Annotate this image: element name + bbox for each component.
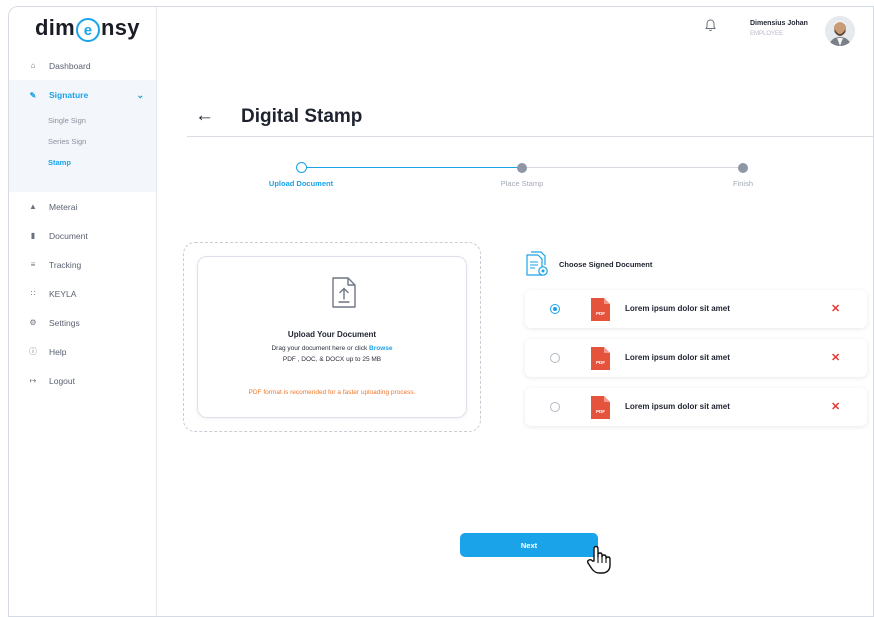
sidebar-nav: ⌂ Dashboard ✎ Signature ⌄ Single Sign Se… (9, 51, 156, 395)
sidebar-item-label: Meterai (49, 201, 78, 212)
doc-radio[interactable] (550, 353, 560, 363)
signed-documents-icon (525, 251, 549, 277)
title-divider (187, 136, 873, 137)
sidebar-item-signature[interactable]: ✎ Signature ⌄ (9, 80, 156, 110)
upload-file-icon (331, 277, 357, 308)
sidebar-item-keyla[interactable]: ∷ KEYLA (9, 279, 156, 308)
back-arrow-icon[interactable]: ← (195, 105, 214, 127)
sidebar-subitem-single-sign[interactable]: Single Sign (9, 110, 156, 131)
avatar[interactable] (825, 16, 855, 46)
sidebar-item-label: Tracking (49, 259, 82, 270)
sidebar-item-logout[interactable]: ↦ Logout (9, 366, 156, 395)
pdf-type-label: PDF (596, 409, 605, 414)
list-item[interactable]: PDF Lorem ipsum dolor sit amet ✕ (525, 388, 867, 426)
upload-formats: PDF , DOC, & DOCX up to 25 MB (282, 356, 382, 363)
step-dot-upload[interactable] (296, 162, 307, 173)
list-item[interactable]: PDF Lorem ipsum dolor sit amet ✕ (525, 290, 867, 328)
logo-text-start: dim (35, 15, 76, 40)
pdf-file-icon: PDF (591, 347, 610, 370)
help-icon: ⓘ (29, 347, 37, 356)
sidebar-group-signature: ✎ Signature ⌄ Single Sign Series Sign St… (9, 80, 156, 192)
pdf-file-icon: PDF (591, 298, 610, 321)
pdf-type-label: PDF (596, 360, 605, 365)
sidebar-item-help[interactable]: ⓘ Help (9, 337, 156, 366)
document-icon: ▮ (30, 231, 36, 240)
close-icon[interactable]: ✕ (831, 400, 840, 413)
sidebar-item-tracking[interactable]: ≡ Tracking (9, 250, 156, 279)
step-label-finish[interactable]: Finish (733, 179, 753, 188)
stepper-line-done (301, 167, 522, 168)
user-role: EMPLOYEE (750, 31, 784, 37)
brand-logo[interactable]: dim e nsy (35, 15, 140, 42)
chevron-down-icon[interactable]: ⌄ (136, 90, 144, 101)
step-dot-place[interactable] (517, 163, 527, 173)
upload-note: PDF format is recomended for a faster up… (248, 389, 416, 396)
tracking-icon: ≡ (30, 260, 36, 269)
signature-icon: ✎ (29, 90, 37, 100)
pdf-type-label: PDF (596, 311, 605, 316)
sidebar-item-settings[interactable]: ⚙ Settings (9, 308, 156, 337)
list-item[interactable]: PDF Lorem ipsum dolor sit amet ✕ (525, 339, 867, 377)
sidebar-item-meterai[interactable]: ▲ Meterai (9, 192, 156, 221)
close-icon[interactable]: ✕ (831, 302, 840, 315)
sidebar-item-label: KEYLA (49, 288, 77, 299)
doc-name: Lorem ipsum dolor sit amet (625, 353, 730, 362)
sidebar-item-label: Settings (49, 317, 80, 328)
bell-icon[interactable] (705, 19, 716, 35)
logo-text-end: nsy (101, 15, 140, 40)
hand-cursor-icon (585, 545, 613, 575)
step-label-upload[interactable]: Upload Document (269, 179, 333, 188)
stamp-icon: ▲ (29, 202, 37, 211)
sidebar-subitem-stamp[interactable]: Stamp (9, 152, 156, 173)
stepper-line-todo (522, 167, 743, 168)
sidebar-item-label: Logout (49, 375, 75, 386)
page-title: Digital Stamp (241, 106, 363, 127)
upload-instructions: Drag your document here or click Browse (198, 345, 466, 352)
step-dot-finish[interactable] (738, 163, 748, 173)
top-bar: Dimensius Johan EMPLOYEE (157, 7, 873, 51)
pdf-file-icon: PDF (591, 396, 610, 419)
upload-card[interactable]: Upload Your Document Drag your document … (197, 256, 467, 418)
next-button[interactable]: Next (460, 533, 598, 557)
logout-icon: ↦ (29, 376, 37, 385)
sidebar-subitem-series-sign[interactable]: Series Sign (9, 131, 156, 152)
progress-stepper: Upload Document Place Stamp Finish (157, 157, 873, 197)
sidebar-item-label: Help (49, 346, 67, 357)
user-name: Dimensius Johan (750, 20, 808, 27)
upload-drag-text: Drag your document here or click (271, 345, 370, 352)
home-icon: ⌂ (30, 61, 36, 70)
gear-icon: ⚙ (29, 318, 37, 327)
upload-title: Upload Your Document (287, 330, 377, 339)
doc-name: Lorem ipsum dolor sit amet (625, 304, 730, 313)
logo-e-mark: e (76, 18, 101, 42)
sidebar-item-document[interactable]: ▮ Document (9, 221, 156, 250)
doc-radio-selected[interactable] (550, 304, 560, 314)
app-window: dim e nsy ⌂ Dashboard ✎ Signature ⌄ Sing… (8, 6, 874, 617)
doc-radio[interactable] (550, 402, 560, 412)
sidebar-item-label: Signature (49, 90, 89, 100)
close-icon[interactable]: ✕ (831, 351, 840, 364)
sidebar-item-label: Document (49, 230, 88, 241)
sidebar-item-dashboard[interactable]: ⌂ Dashboard (9, 51, 156, 80)
grid-icon: ∷ (30, 289, 36, 298)
signed-documents-title: Choose Signed Document (559, 260, 653, 269)
sidebar: dim e nsy ⌂ Dashboard ✎ Signature ⌄ Sing… (9, 7, 157, 616)
doc-name: Lorem ipsum dolor sit amet (625, 402, 730, 411)
step-label-place[interactable]: Place Stamp (501, 179, 544, 188)
sidebar-item-label: Dashboard (49, 60, 91, 71)
browse-link[interactable]: Browse (369, 345, 392, 352)
